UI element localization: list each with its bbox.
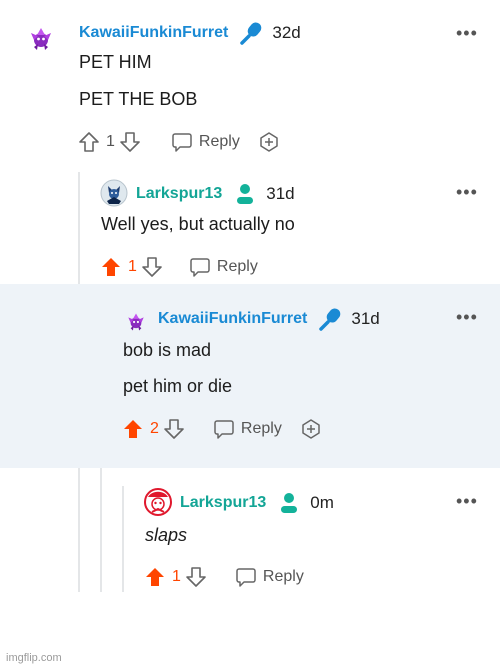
comment-text-line: PET HIM — [79, 52, 152, 72]
downvote-arrow-icon[interactable] — [141, 256, 163, 278]
upvote-arrow-icon[interactable] — [100, 256, 122, 278]
speech-bubble-icon — [236, 568, 256, 587]
vote-count: 1 — [106, 133, 115, 150]
person-icon — [281, 493, 298, 513]
upvote-arrow-icon[interactable] — [122, 418, 144, 440]
reply-label: Reply — [198, 133, 240, 150]
vote-count: 1 — [172, 568, 181, 585]
microphone-icon — [240, 22, 262, 45]
award-icon[interactable] — [258, 131, 280, 153]
username[interactable]: Larkspur13 — [136, 185, 222, 203]
award-icon[interactable] — [300, 418, 322, 440]
more-options-button[interactable]: ••• — [456, 492, 478, 510]
speech-bubble-icon — [172, 133, 192, 152]
imgflip-watermark: imgflip.com — [6, 652, 62, 664]
comment-text-line: pet him or die — [123, 376, 233, 396]
comment-text-line: bob is mad — [123, 340, 212, 360]
comment-text-line: Well yes, but actually no — [101, 214, 295, 234]
comment-age: 31d — [351, 309, 380, 328]
reply-label: Reply — [262, 568, 304, 585]
comment-age: 32d — [272, 23, 301, 42]
speech-bubble-icon — [190, 258, 210, 277]
reply-button[interactable]: Reply — [189, 256, 258, 278]
username[interactable]: KawaiiFunkinFurret — [158, 310, 307, 328]
username[interactable]: KawaiiFunkinFurret — [79, 24, 228, 42]
reply-button[interactable]: Reply — [213, 418, 282, 440]
comment-age: 31d — [266, 184, 295, 203]
upvote-arrow-icon[interactable] — [144, 566, 166, 588]
upvote-arrow-icon[interactable] — [78, 131, 100, 153]
furret-avatar[interactable] — [126, 312, 146, 332]
person-icon — [237, 184, 254, 204]
downvote-arrow-icon[interactable] — [185, 566, 207, 588]
larkspur-avatar[interactable] — [100, 179, 128, 207]
microphone-icon — [319, 308, 341, 331]
vote-count: 2 — [150, 420, 159, 437]
downvote-arrow-icon[interactable] — [163, 418, 185, 440]
furret-avatar[interactable] — [28, 26, 54, 52]
vote-count: 1 — [128, 258, 137, 275]
username[interactable]: Larkspur13 — [180, 494, 266, 512]
reply-label: Reply — [216, 258, 258, 275]
comment-age: 0m — [310, 493, 334, 512]
more-options-button[interactable]: ••• — [456, 183, 478, 201]
thread-line-3 — [122, 486, 124, 592]
comment-text-line: PET THE BOB — [79, 89, 198, 109]
more-options-button[interactable]: ••• — [456, 24, 478, 42]
more-options-button[interactable]: ••• — [456, 308, 478, 326]
reply-button[interactable]: Reply — [235, 566, 304, 588]
red-avatar[interactable] — [144, 488, 172, 516]
speech-bubble-icon — [214, 420, 234, 439]
comment-text-line: slaps — [145, 525, 188, 545]
reply-button[interactable]: Reply — [171, 131, 240, 153]
reply-label: Reply — [240, 420, 282, 437]
downvote-arrow-icon[interactable] — [119, 131, 141, 153]
